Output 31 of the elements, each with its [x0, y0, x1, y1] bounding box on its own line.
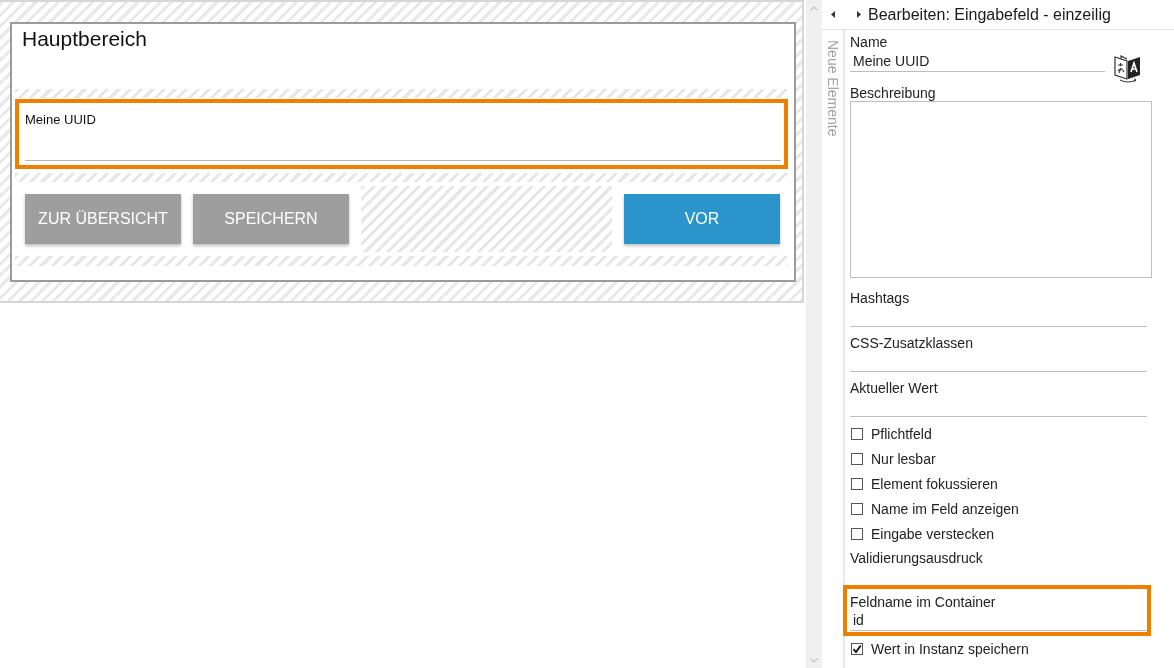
caret-right-icon[interactable] [857, 11, 861, 18]
collapse-arrow-icon[interactable] [830, 11, 835, 18]
selection-frame[interactable]: Feldname im Container id [843, 585, 1151, 636]
field-label: Name [850, 34, 888, 50]
checkbox[interactable] [851, 477, 863, 490]
checkbox-label: Pflichtfeld [871, 425, 932, 442]
input-field[interactable]: Meine UUID [850, 50, 1105, 72]
field-label: CSS-Zusatzklassen [850, 335, 973, 351]
checkbox-label: Nur lesbar [871, 450, 936, 467]
field-label: Beschreibung [850, 85, 936, 101]
check-icon [852, 643, 862, 654]
checkbox-label: Name im Feld anzeigen [871, 500, 1019, 517]
selection-frame[interactable]: Meine UUID [15, 99, 788, 169]
field-label: Feldname im Container [850, 594, 996, 610]
checkbox[interactable] [851, 427, 863, 440]
textarea-field[interactable] [850, 101, 1152, 278]
checkbox-label: Element fokussieren [871, 475, 998, 492]
checkbox[interactable] [851, 502, 863, 515]
checkbox[interactable] [851, 452, 863, 465]
panel-title: Bearbeiten: Eingabefeld - einzeilig [868, 4, 1111, 25]
section-title: Hauptbereich [22, 26, 147, 52]
field-label: Aktueller Wert [850, 380, 938, 396]
checkbox-label: Eingabe verstecken [871, 525, 994, 542]
field-label: Hashtags [850, 290, 910, 306]
checkbox[interactable] [851, 527, 863, 540]
field-label: Validierungsausdruck [850, 550, 983, 566]
checkbox[interactable] [851, 642, 863, 655]
translate-icon[interactable] [1113, 53, 1143, 83]
input-field[interactable]: id [850, 610, 1147, 631]
checkbox-label: Wert in Instanz speichern [871, 640, 1029, 657]
field-label: Meine UUID [25, 112, 96, 128]
